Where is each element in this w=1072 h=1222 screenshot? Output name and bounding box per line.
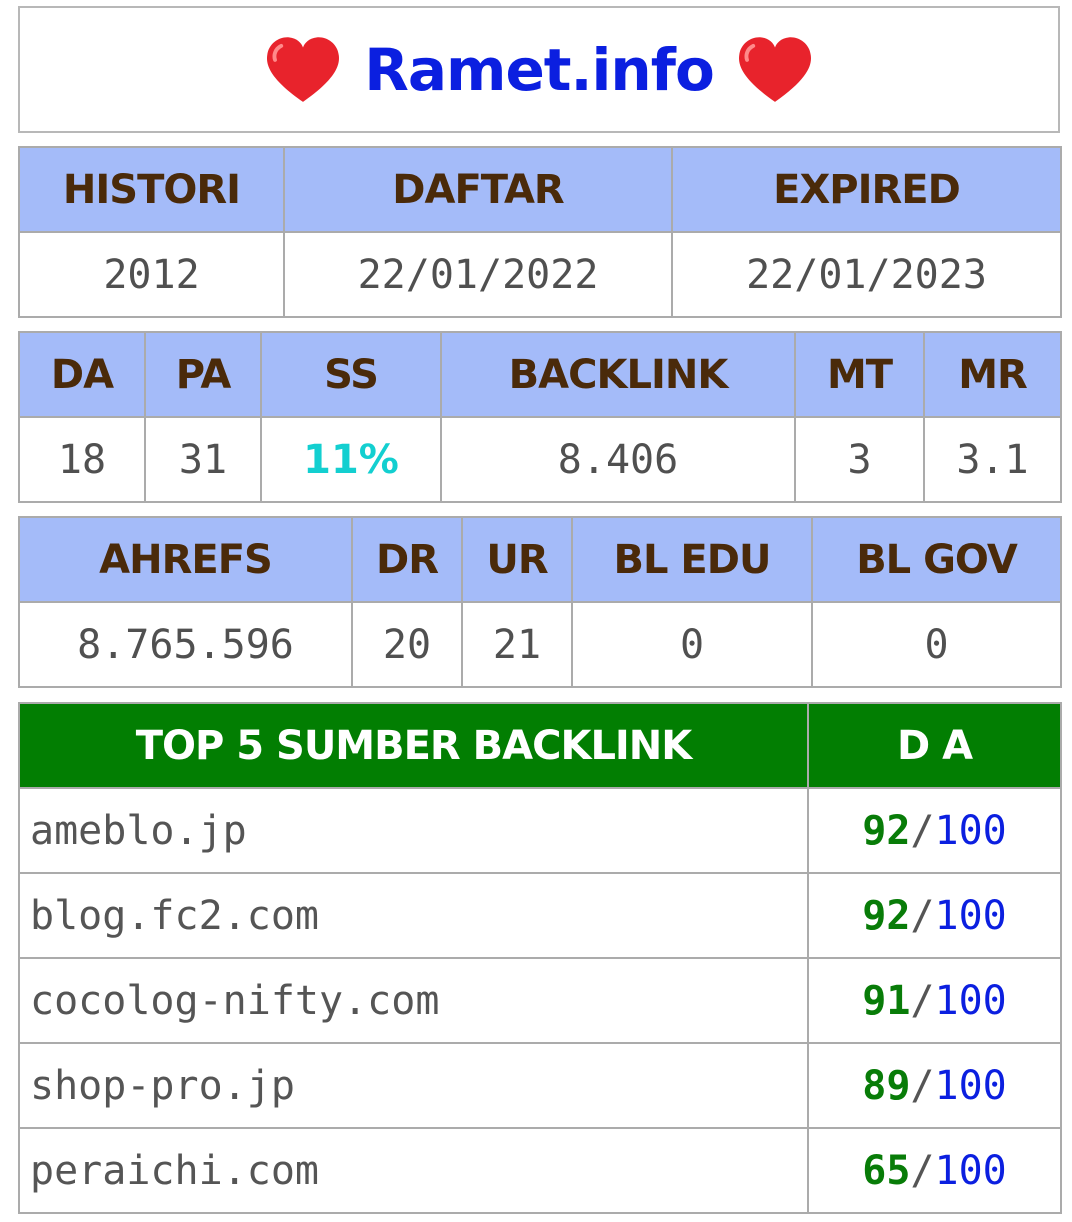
score-max: 100 [934,1062,1007,1109]
heart-icon [267,36,340,102]
score-separator: / [910,1147,935,1194]
table-row: 8.765.596 20 21 0 0 [18,601,1062,688]
table-header-row: AHREFS DR UR BL EDU BL GOV [18,516,1062,603]
value-bl-gov: 0 [811,601,1062,688]
top-backlinks-table: TOP 5 SUMBER BACKLINK D A ameblo.jp 92/1… [18,702,1062,1214]
backlink-score: 91/100 [807,957,1062,1044]
score-max: 100 [934,1147,1007,1194]
table-header-row: TOP 5 SUMBER BACKLINK D A [18,702,1062,789]
backlink-domain: peraichi.com [18,1127,809,1214]
value-ss: 11% [260,416,442,503]
value-backlink: 8.406 [440,416,796,503]
value-daftar: 22/01/2022 [283,231,673,318]
backlink-domain: shop-pro.jp [18,1042,809,1129]
heart-icon [738,36,811,102]
site-name: Ramet.info [364,35,715,104]
page: Ramet.info HISTORI DAFTAR EXPIRED 2012 2… [18,6,1062,1214]
backlink-score: 65/100 [807,1127,1062,1214]
backlink-domain: blog.fc2.com [18,872,809,959]
header-top-sources: TOP 5 SUMBER BACKLINK [18,702,809,789]
table-row: 18 31 11% 8.406 3 3.1 [18,416,1062,503]
table-row: cocolog-nifty.com 91/100 [18,957,1062,1044]
score-separator: / [910,1062,935,1109]
header-ur: UR [461,516,573,603]
site-title: Ramet.info [264,35,814,105]
header-dr: DR [351,516,463,603]
score-separator: / [910,807,935,854]
value-expired: 22/01/2023 [671,231,1062,318]
header-bl-gov: BL GOV [811,516,1062,603]
score-value: 89 [862,1062,911,1109]
score-separator: / [910,892,935,939]
score-value: 92 [862,807,911,854]
header-expired: EXPIRED [671,146,1062,233]
table-header-row: DA PA SS BACKLINK MT MR [18,331,1062,418]
value-dr: 20 [351,601,463,688]
value-mt: 3 [794,416,925,503]
header-daftar: DAFTAR [283,146,673,233]
ahrefs-table: AHREFS DR UR BL EDU BL GOV 8.765.596 20 … [18,516,1062,688]
score-value: 91 [862,977,911,1024]
header-histori: HISTORI [18,146,285,233]
value-da: 18 [18,416,146,503]
dates-table: HISTORI DAFTAR EXPIRED 2012 22/01/2022 2… [18,146,1062,318]
value-ahrefs: 8.765.596 [18,601,353,688]
backlink-domain: ameblo.jp [18,787,809,874]
header-da-score: D A [807,702,1062,789]
backlink-score: 89/100 [807,1042,1062,1129]
score-max: 100 [934,807,1007,854]
table-header-row: HISTORI DAFTAR EXPIRED [18,146,1062,233]
header-pa: PA [144,331,262,418]
header-mr: MR [923,331,1062,418]
value-histori: 2012 [18,231,285,318]
score-max: 100 [934,977,1007,1024]
table-row: 2012 22/01/2022 22/01/2023 [18,231,1062,318]
score-separator: / [910,977,935,1024]
value-ur: 21 [461,601,573,688]
header-ahrefs: AHREFS [18,516,353,603]
table-row: peraichi.com 65/100 [18,1127,1062,1214]
backlink-score: 92/100 [807,787,1062,874]
site-title-box: Ramet.info [18,6,1060,133]
score-max: 100 [934,892,1007,939]
backlink-domain: cocolog-nifty.com [18,957,809,1044]
table-row: blog.fc2.com 92/100 [18,872,1062,959]
table-row: ameblo.jp 92/100 [18,787,1062,874]
header-mt: MT [794,331,925,418]
backlink-score: 92/100 [807,872,1062,959]
value-bl-edu: 0 [571,601,813,688]
header-bl-edu: BL EDU [571,516,813,603]
header-da: DA [18,331,146,418]
header-backlink: BACKLINK [440,331,796,418]
score-value: 92 [862,892,911,939]
moz-table: DA PA SS BACKLINK MT MR 18 31 11% 8.406 … [18,331,1062,503]
value-mr: 3.1 [923,416,1062,503]
value-pa: 31 [144,416,262,503]
table-row: shop-pro.jp 89/100 [18,1042,1062,1129]
header-ss: SS [260,331,442,418]
score-value: 65 [862,1147,911,1194]
